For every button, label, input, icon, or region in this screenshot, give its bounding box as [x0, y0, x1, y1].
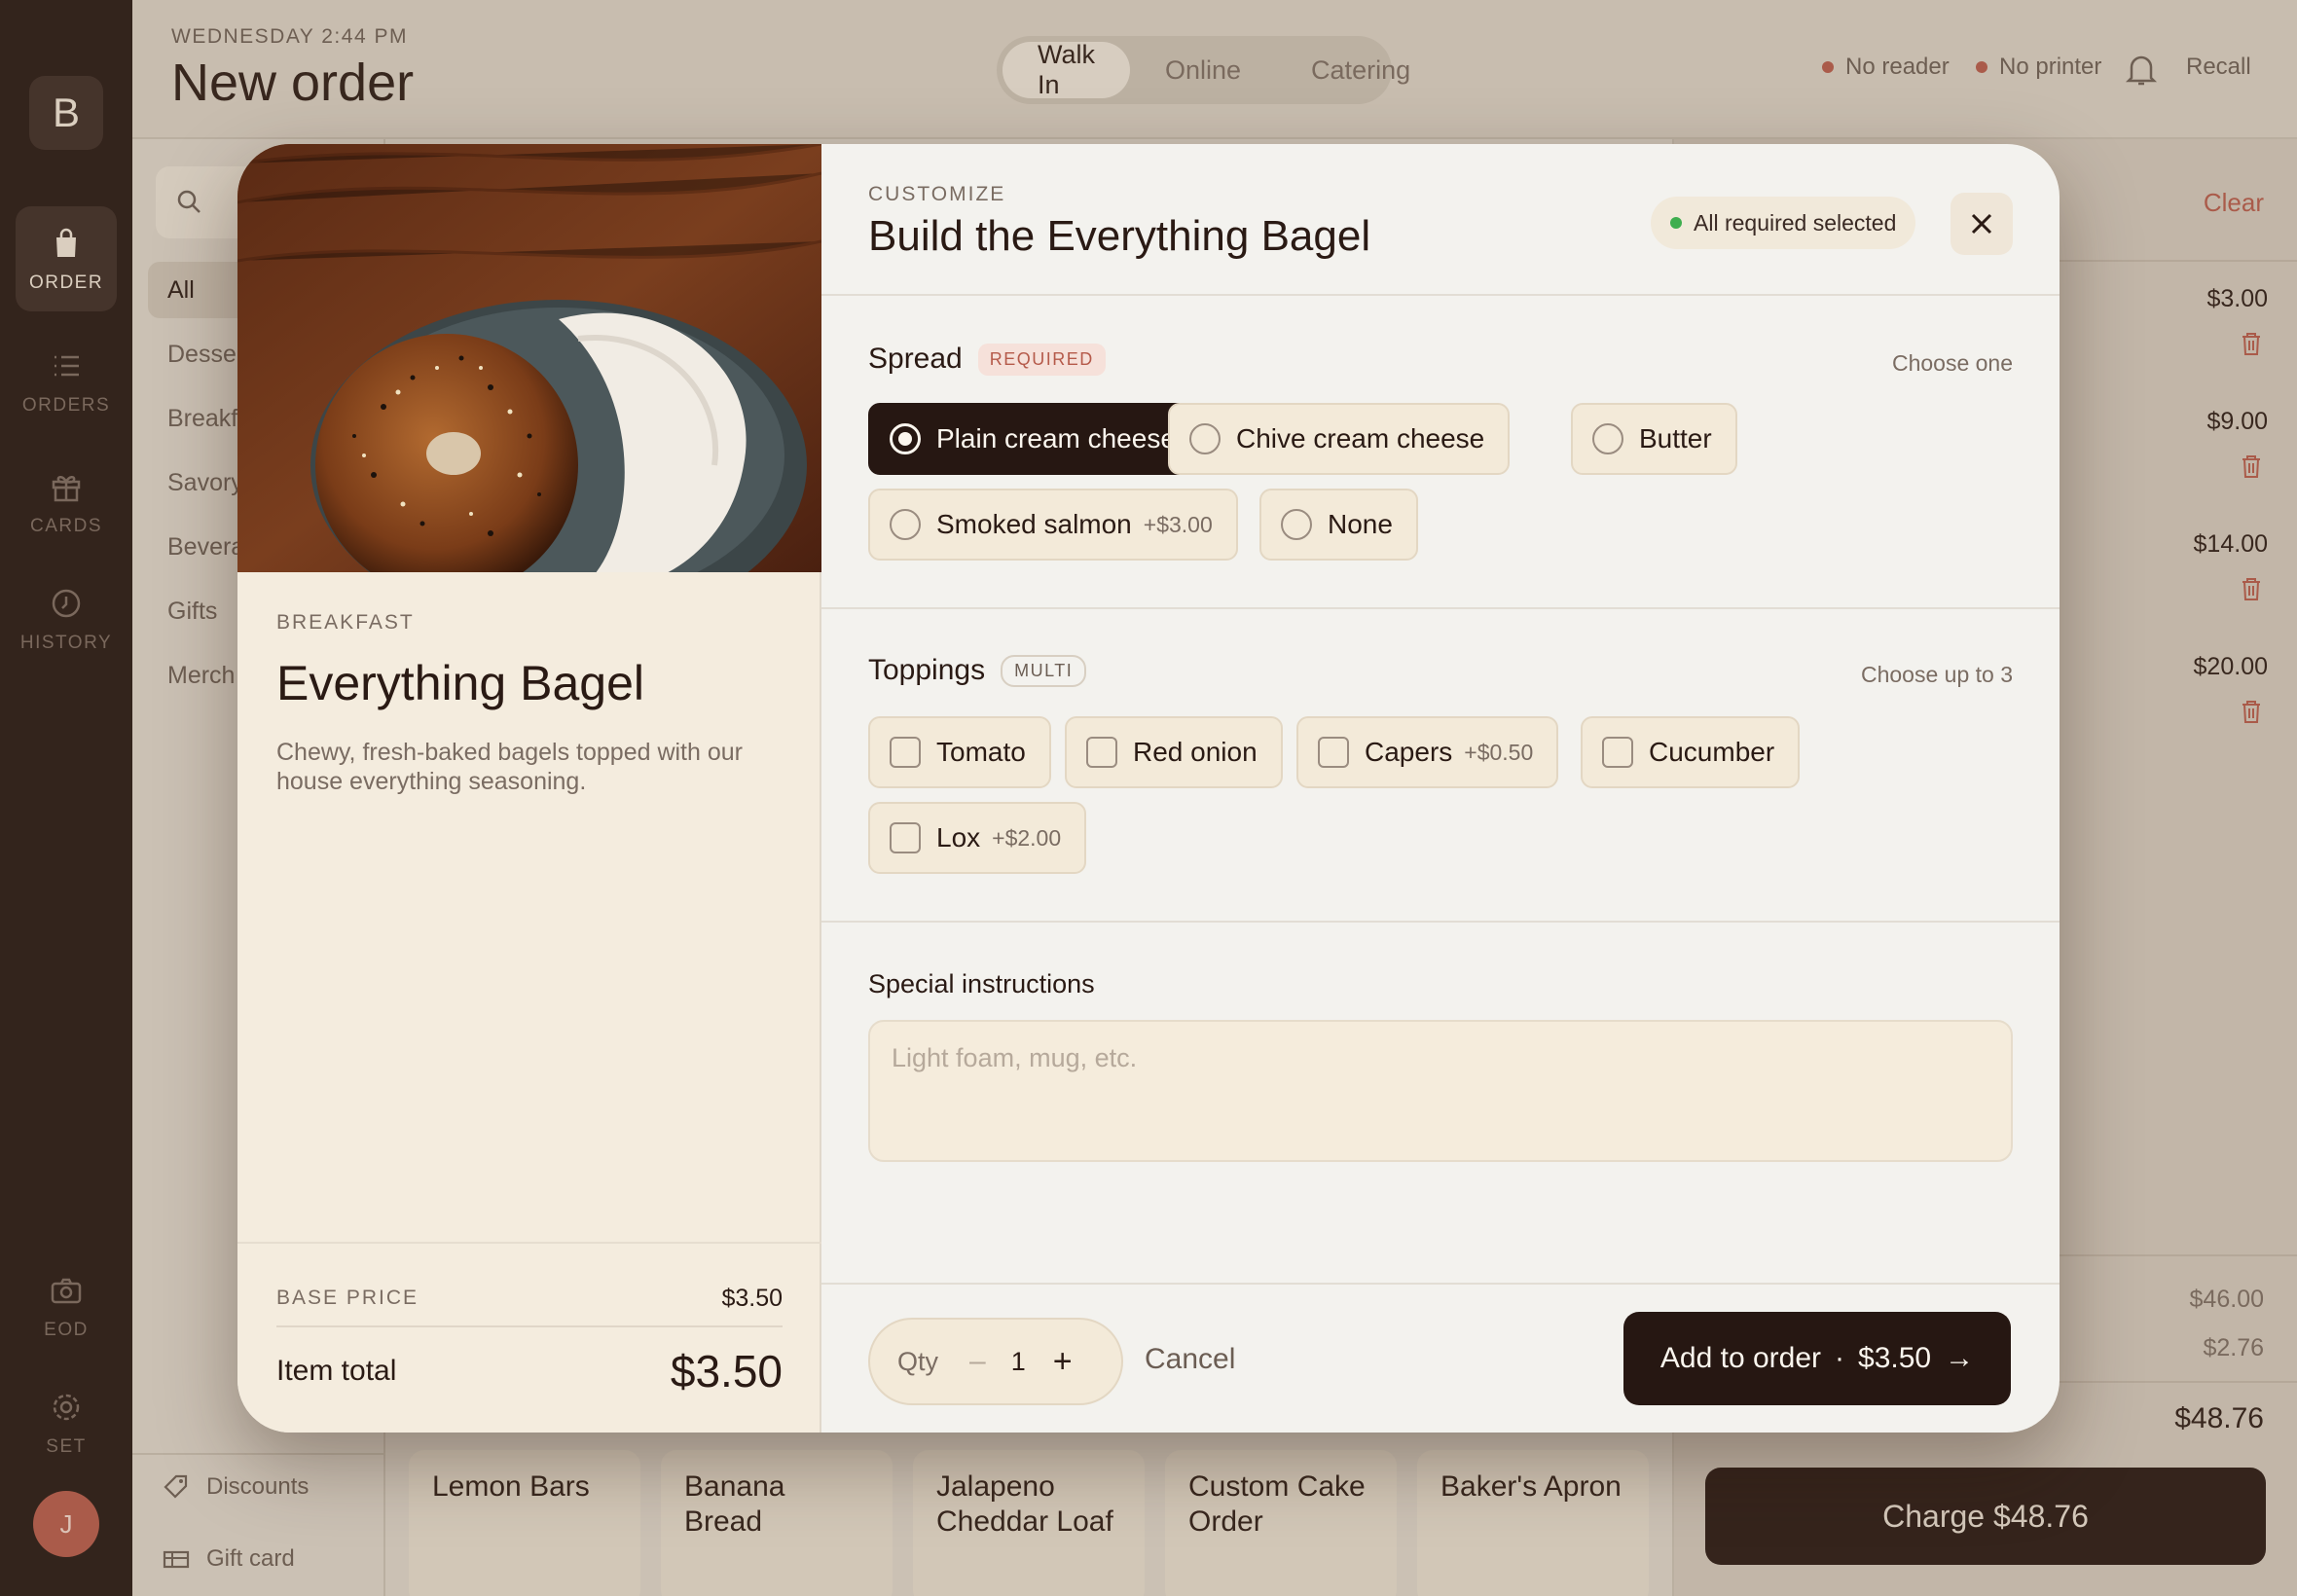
spread-section: Spread REQUIRED Choose one Plain cream ch…	[821, 296, 2060, 609]
decrement-button[interactable]: –	[969, 1345, 986, 1378]
option-label: Lox	[936, 822, 981, 852]
spread-option-chive-cream-cheese[interactable]: Chive cream cheese	[1168, 403, 1511, 475]
close-button[interactable]	[1951, 193, 2013, 255]
product-summary: BREAKFAST Everything Bagel Chewy, fresh-…	[237, 144, 821, 1433]
qty-label: Qty	[897, 1346, 939, 1376]
item-total-label: Item total	[276, 1355, 397, 1387]
quantity-stepper: Qty – 1 +	[868, 1318, 1123, 1405]
multi-badge: MULTI	[1001, 654, 1087, 687]
product-category: BREAKFAST	[276, 611, 415, 634]
radio-icon	[890, 509, 921, 540]
status-dot	[1670, 217, 1682, 229]
toppings-label: Toppings	[868, 654, 986, 686]
topping-option-lox[interactable]: Lox +$2.00	[868, 802, 1087, 874]
option-label: Chive cream cheese	[1236, 423, 1485, 453]
checkbox-icon	[1318, 737, 1349, 768]
close-icon	[1971, 213, 1992, 235]
special-instructions-label: Special instructions	[868, 969, 1095, 998]
product-photo	[237, 144, 821, 572]
modal-title: Build the Everything Bagel	[868, 212, 1371, 260]
special-instructions-field[interactable]: Light foam, mug, etc.	[868, 1020, 2013, 1162]
customize-modal: BREAKFAST Everything Bagel Chewy, fresh-…	[237, 144, 2060, 1433]
required-badge: REQUIRED	[977, 343, 1106, 376]
radio-icon	[1281, 509, 1312, 540]
modal-footer: Qty – 1 + Cancel Add to order · $3.50 →	[821, 1283, 2060, 1433]
cancel-button[interactable]: Cancel	[1145, 1343, 1235, 1376]
option-label: None	[1328, 509, 1393, 539]
topping-option-capers[interactable]: Capers +$0.50	[1296, 716, 1559, 788]
price-summary: BASE PRICE $3.50 Item total $3.50	[237, 1242, 821, 1433]
add-separator: ·	[1835, 1342, 1845, 1374]
option-label: Cucumber	[1649, 737, 1775, 767]
radio-icon	[1592, 423, 1623, 454]
base-price-value: $3.50	[721, 1285, 783, 1312]
option-price: +$3.00	[1143, 511, 1213, 537]
add-label: Add to order	[1659, 1342, 1822, 1374]
option-label: Smoked salmon	[936, 509, 1132, 539]
spread-option-none[interactable]: None	[1259, 489, 1418, 561]
increment-button[interactable]: +	[1053, 1343, 1073, 1381]
checkbox-icon	[1602, 737, 1633, 768]
checkbox-icon	[1086, 737, 1117, 768]
checkbox-icon	[890, 822, 921, 853]
toppings-hint: Choose up to 3	[1860, 662, 2013, 687]
option-label: Capers	[1365, 737, 1453, 767]
status-text: All required selected	[1694, 209, 1897, 236]
add-price: $3.50	[1858, 1342, 1932, 1374]
arrow-right-icon: →	[1945, 1342, 1975, 1374]
product-name: Everything Bagel	[276, 656, 645, 710]
checkbox-icon	[890, 737, 921, 768]
topping-option-tomato[interactable]: Tomato	[868, 716, 1051, 788]
option-label: Red onion	[1133, 737, 1258, 767]
modal-eyebrow: CUSTOMIZE	[868, 183, 1006, 205]
add-to-order-button[interactable]: Add to order · $3.50 →	[1623, 1312, 2011, 1405]
topping-option-cucumber[interactable]: Cucumber	[1581, 716, 1801, 788]
product-description: Chewy, fresh-baked bagels topped with ou…	[276, 739, 743, 795]
spread-hint: Choose one	[1891, 350, 2013, 376]
spread-option-smoked-salmon[interactable]: Smoked salmon +$3.00	[868, 489, 1238, 561]
customize-panel: CUSTOMIZE Build the Everything Bagel All…	[821, 144, 2060, 1433]
topping-option-red-onion[interactable]: Red onion	[1065, 716, 1283, 788]
base-price-label: BASE PRICE	[276, 1287, 419, 1309]
radio-icon	[890, 423, 921, 454]
option-price: +$0.50	[1464, 739, 1534, 765]
spread-label: Spread	[868, 343, 963, 375]
divider	[276, 1325, 783, 1327]
radio-icon	[1189, 423, 1221, 454]
spread-option-plain-cream-cheese[interactable]: Plain cream cheese	[868, 403, 1201, 475]
option-price: +$2.00	[992, 824, 1062, 851]
toppings-section: Toppings MULTI Choose up to 3 Tomato Red …	[821, 609, 2060, 923]
spread-header: Spread REQUIRED	[868, 343, 1106, 376]
option-label: Plain cream cheese	[936, 423, 1176, 453]
modal-header: CUSTOMIZE Build the Everything Bagel All…	[821, 144, 2060, 296]
spread-option-butter[interactable]: Butter	[1571, 403, 1737, 475]
option-label: Butter	[1639, 423, 1712, 453]
option-label: Tomato	[936, 737, 1026, 767]
item-total-value: $3.50	[670, 1346, 783, 1396]
status-badge: All required selected	[1651, 197, 1916, 249]
qty-value: 1	[1010, 1346, 1026, 1376]
toppings-header: Toppings MULTI	[868, 654, 1087, 687]
